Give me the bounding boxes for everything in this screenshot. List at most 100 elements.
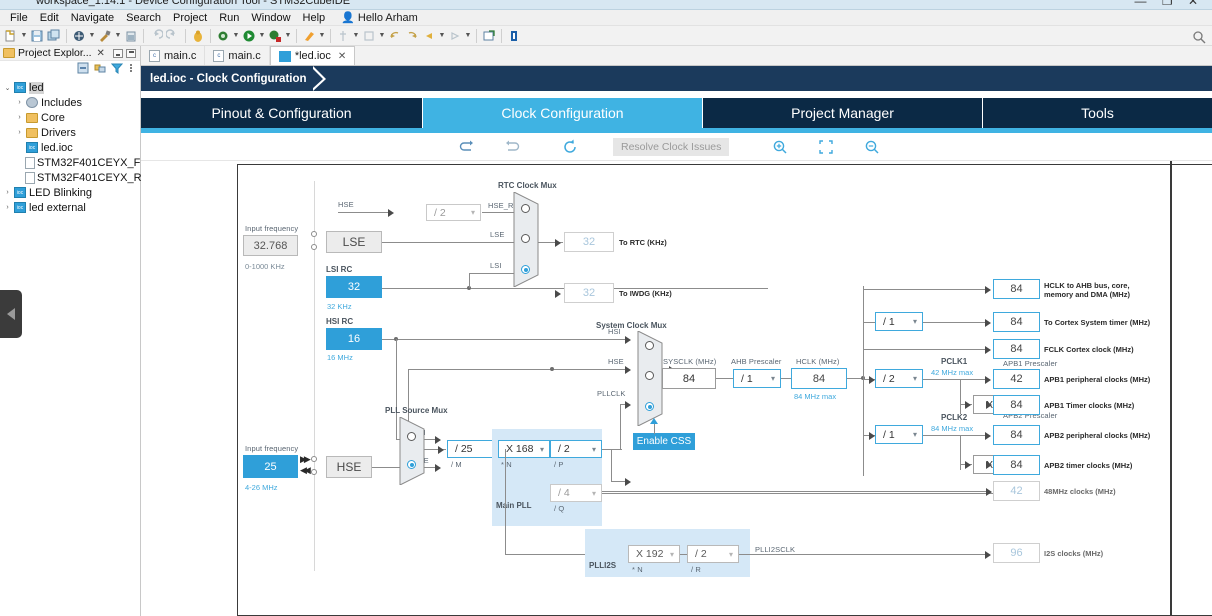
menu-item-window[interactable]: Window <box>245 10 296 26</box>
run-icon[interactable] <box>241 28 257 44</box>
chevron-down-icon[interactable]: ▾ <box>471 208 480 217</box>
output-box-apb2-timer[interactable]: 84 <box>993 455 1040 475</box>
pll-source-mux-option-hse-selected[interactable] <box>407 460 416 469</box>
output-box-hclk-ahb[interactable]: 84 <box>993 279 1040 299</box>
output-box-cortex-timer[interactable]: 84 <box>993 312 1040 332</box>
forward-nav-icon[interactable] <box>404 28 420 44</box>
close-icon[interactable]: ✕ <box>97 48 105 59</box>
zoom-in-icon[interactable] <box>767 137 793 157</box>
pll-p-combo[interactable]: / 2 ▾ <box>550 440 602 458</box>
cortex-prescaler-combo[interactable]: / 1 ▾ <box>875 312 923 331</box>
external-tools-icon[interactable] <box>267 28 283 44</box>
window-controls[interactable]: — ❐ ✕ <box>1135 0 1204 8</box>
new-file-dropdown-icon[interactable]: ▼ <box>20 28 28 44</box>
menu-item-edit[interactable]: Edit <box>34 10 65 26</box>
tab-tools[interactable]: Tools <box>983 98 1212 128</box>
output-box-apb2-peripheral[interactable]: 84 <box>993 425 1040 445</box>
editor-tab-main-c-2[interactable]: c main.c <box>205 46 270 65</box>
undo-arrow-icon[interactable] <box>148 28 164 44</box>
next-edit-icon[interactable] <box>447 28 463 44</box>
build-dropdown-icon[interactable]: ▼ <box>88 28 96 44</box>
output-box-apb1-peripheral[interactable]: 42 <box>993 369 1040 389</box>
collapse-all-icon[interactable] <box>77 62 89 77</box>
info-icon[interactable] <box>506 28 522 44</box>
expand-arrow-icon[interactable]: › <box>2 189 13 196</box>
close-icon[interactable]: ✕ <box>338 51 346 62</box>
sysclk-box[interactable]: 84 <box>662 368 716 389</box>
pll-source-mux[interactable] <box>397 417 427 485</box>
open-type-dropdown-icon[interactable]: ▼ <box>378 28 386 44</box>
chevron-down-icon[interactable]: ▾ <box>592 445 601 454</box>
tab-clock-configuration[interactable]: Clock Configuration <box>423 98 703 128</box>
zoom-out-icon[interactable] <box>859 137 885 157</box>
rtc-mux-option-lsi-selected[interactable] <box>521 265 530 274</box>
lsi-rc-value-box[interactable]: 32 <box>326 276 382 298</box>
minimize-icon[interactable] <box>113 48 123 58</box>
chevron-down-icon[interactable]: ▾ <box>913 430 922 439</box>
view-menu-icon[interactable] <box>128 62 134 77</box>
clock-diagram-canvas[interactable]: Input frequency 32.768 0-1000 KHz LSE HS… <box>141 161 1212 616</box>
output-box-48mhz[interactable]: 42 <box>993 481 1040 501</box>
ahb-prescaler-combo[interactable]: / 1 ▾ <box>733 369 781 388</box>
expand-arrow-icon[interactable]: › <box>14 129 25 136</box>
save-icon[interactable] <box>29 28 45 44</box>
output-box-i2s[interactable]: 96 <box>993 543 1040 563</box>
clean-icon[interactable] <box>123 28 139 44</box>
menu-item-search[interactable]: Search <box>120 10 167 26</box>
lse-oscillator-box[interactable]: LSE <box>326 231 382 253</box>
tree-item-flash-ld[interactable]: STM32F401CEYX_FLAS <box>0 155 161 170</box>
tab-pinout-configuration[interactable]: Pinout & Configuration <box>141 98 423 128</box>
search-ref-icon[interactable] <box>335 28 351 44</box>
menu-item-run[interactable]: Run <box>213 10 245 26</box>
enable-css-button[interactable]: Enable CSS <box>633 433 695 450</box>
tree-item-led-blinking[interactable]: › ioc LED Blinking <box>0 185 140 200</box>
redo-icon[interactable] <box>499 137 525 157</box>
menu-item-file[interactable]: File <box>4 10 34 26</box>
previous-edit-dropdown-icon[interactable]: ▼ <box>438 28 446 44</box>
hclk-box[interactable]: 84 <box>791 368 847 389</box>
pll-source-mux-option-hsi[interactable] <box>407 432 416 441</box>
expand-arrow-icon[interactable]: ⌄ <box>2 84 13 92</box>
plli2s-r-combo[interactable]: / 2 ▾ <box>687 545 739 563</box>
marker-icon[interactable] <box>301 28 317 44</box>
run-dropdown-icon[interactable]: ▼ <box>258 28 266 44</box>
expand-arrow-icon[interactable]: › <box>14 99 25 106</box>
hse-input-frequency-field[interactable]: 25 <box>243 455 298 478</box>
output-box-fclk[interactable]: 84 <box>993 339 1040 359</box>
system-clock-mux-option-hsi[interactable] <box>645 341 654 350</box>
tree-item-led[interactable]: ⌄ ioc led <box>0 80 140 95</box>
chevron-down-icon[interactable]: ▾ <box>913 317 922 326</box>
lse-input-frequency-field[interactable]: 32.768 <box>243 235 298 256</box>
collapsed-panel-handle[interactable] <box>0 290 22 338</box>
chevron-down-icon[interactable]: ▾ <box>729 550 738 559</box>
external-tools-dropdown-icon[interactable]: ▼ <box>284 28 292 44</box>
build-icon[interactable] <box>71 28 87 44</box>
tree-item-core[interactable]: › Core <box>0 110 140 125</box>
maximize-icon[interactable] <box>126 48 136 58</box>
next-edit-dropdown-icon[interactable]: ▼ <box>464 28 472 44</box>
rtc-mux-option-lse[interactable] <box>521 234 530 243</box>
chevron-down-icon[interactable]: ▾ <box>913 374 922 383</box>
redo-arrow-icon[interactable] <box>165 28 181 44</box>
chevron-down-icon[interactable]: ▾ <box>771 374 780 383</box>
new-window-icon[interactable] <box>481 28 497 44</box>
menu-item-project[interactable]: Project <box>167 10 213 26</box>
chevron-down-icon[interactable]: ▾ <box>592 489 601 498</box>
debug-config-icon[interactable] <box>215 28 231 44</box>
plli2s-n-combo[interactable]: X 192 ▾ <box>628 545 680 563</box>
filter-icon[interactable] <box>110 62 124 77</box>
expand-arrow-icon[interactable]: › <box>2 204 13 211</box>
tree-item-ram-ld[interactable]: STM32F401CEYX_RAM <box>0 170 158 185</box>
global-search-icon[interactable] <box>1192 30 1206 44</box>
rtc-mux-option-hse-rtc[interactable] <box>521 204 530 213</box>
user-account[interactable]: 👤 Hello Arham <box>341 11 418 25</box>
debug-config-dropdown-icon[interactable]: ▼ <box>232 28 240 44</box>
apb1-prescaler-combo[interactable]: / 2 ▾ <box>875 369 923 388</box>
menu-item-navigate[interactable]: Navigate <box>65 10 120 26</box>
debug-bug-icon[interactable] <box>190 28 206 44</box>
marker-dropdown-icon[interactable]: ▼ <box>318 28 326 44</box>
tree-item-led-external[interactable]: › ioc led external <box>0 200 140 215</box>
tree-item-led-ioc[interactable]: ioc led.ioc <box>0 140 140 155</box>
refresh-icon[interactable] <box>557 137 583 157</box>
fit-to-screen-icon[interactable] <box>813 137 839 157</box>
